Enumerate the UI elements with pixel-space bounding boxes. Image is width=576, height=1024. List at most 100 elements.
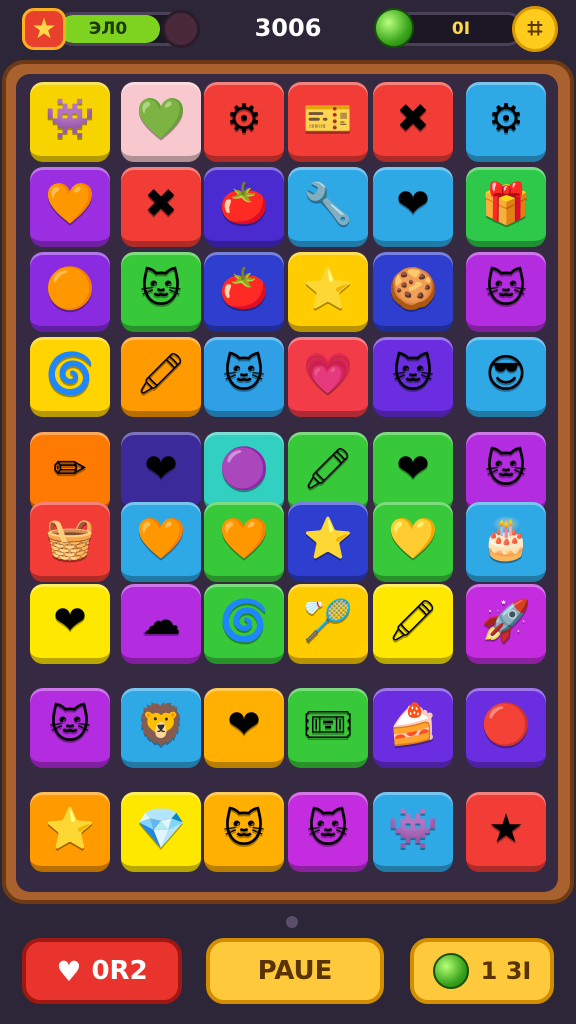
tile-gear-ring[interactable]: ⚙: [466, 82, 546, 162]
tile-yellow-x[interactable]: ✖: [121, 167, 201, 247]
tile-blue-crayon[interactable]: 🖍: [121, 337, 201, 417]
tile-yellow-cat[interactable]: 🐱: [373, 337, 453, 417]
green-gem-icon: [374, 8, 414, 48]
star-icon[interactable]: ★: [22, 8, 66, 50]
tile-gold-star[interactable]: ★: [466, 792, 546, 872]
tile-rocket[interactable]: 🚀: [466, 584, 546, 664]
tile-blue-cloud[interactable]: ☁: [121, 584, 201, 664]
lives-label: 0R2: [91, 956, 148, 986]
tile-tomato[interactable]: 🍅: [204, 252, 284, 332]
tile-ticket[interactable]: 🎫: [288, 82, 368, 162]
tile-pink-gem[interactable]: 💗: [288, 337, 368, 417]
tile-crayon[interactable]: 🖍: [288, 432, 368, 512]
tile-green-button[interactable]: 🔴: [466, 688, 546, 768]
orange-cat-icon: 🦁: [136, 702, 186, 748]
green-cat-icon: 🐱: [49, 702, 91, 748]
coins-button[interactable]: 1 3I: [410, 938, 554, 1004]
tile-purple-x[interactable]: ✖: [373, 82, 453, 162]
cookie-icon: 🍪: [388, 266, 438, 312]
tile-spiral[interactable]: 🌀: [204, 584, 284, 664]
blue-gear-icon: ⚙: [226, 96, 262, 142]
tile-blue-gear[interactable]: ⚙: [204, 82, 284, 162]
tile-heart[interactable]: 💛: [373, 502, 453, 582]
tile-tomato[interactable]: 🍅: [204, 167, 284, 247]
heart-icon: 🧡: [136, 516, 186, 562]
tile-gift-basket[interactable]: 🧺: [30, 502, 110, 582]
tile-green-monster[interactable]: 👾: [373, 792, 453, 872]
tile-green-monster[interactable]: 👾: [30, 82, 110, 162]
tile-racket[interactable]: 🏸: [288, 584, 368, 664]
white-cat-icon: 🐱: [140, 266, 182, 312]
gear-ring-icon: ⚙: [488, 96, 524, 142]
cake-icon: 🎂: [481, 516, 531, 562]
heart-icon: ❤: [396, 446, 430, 492]
green-cat-icon: 🐱: [223, 351, 265, 397]
heart-icon: 💛: [388, 516, 438, 562]
tile-heart[interactable]: ❤: [373, 167, 453, 247]
green-cat-icon: 🐱: [485, 446, 527, 492]
heart-icon: ❤: [227, 702, 261, 748]
purple-ring-icon: 🟣: [219, 446, 269, 492]
green-coin-icon: [432, 953, 469, 989]
tile-green-cat[interactable]: 🐱: [30, 688, 110, 768]
tile-cake[interactable]: 🎂: [466, 502, 546, 582]
tile-green-cat[interactable]: 🐱: [204, 337, 284, 417]
tile-heart[interactable]: 🧡: [204, 502, 284, 582]
tile-pencil[interactable]: ✏: [30, 432, 110, 512]
tile-white-cat[interactable]: 🐱: [121, 252, 201, 332]
tile-heart[interactable]: ❤: [204, 688, 284, 768]
blue-crayon-icon: 🖍: [387, 598, 439, 644]
tile-swirl[interactable]: 🌀: [30, 337, 110, 417]
tile-blue-star[interactable]: ⭐: [288, 252, 368, 332]
gem-count: 0I: [451, 19, 471, 39]
wand-icon: 🔧: [303, 181, 353, 227]
heart-icon: ♥: [56, 954, 82, 988]
tile-blue-star[interactable]: ⭐: [30, 792, 110, 872]
tile-blue-diamond[interactable]: 💎: [121, 792, 201, 872]
gold-star-icon: ★: [488, 806, 524, 852]
tile-blue-crayon[interactable]: 🖍: [373, 584, 453, 664]
xp-progress-knob: [162, 10, 200, 48]
crayon-icon: 🖍: [302, 446, 354, 492]
yellow-star-icon: ⭐: [303, 516, 353, 562]
tile-heart[interactable]: 🧡: [121, 502, 201, 582]
tile-orange-blob[interactable]: 🟠: [30, 252, 110, 332]
tile-heart[interactable]: 🧡: [30, 167, 110, 247]
tile-purple-ticket[interactable]: 🎟: [288, 688, 368, 768]
tomato-icon: 🍅: [219, 181, 269, 227]
lives-button[interactable]: ♥ 0R2: [22, 938, 182, 1004]
score-counter: 3006: [254, 14, 322, 42]
tile-hat-face[interactable]: 😎: [466, 337, 546, 417]
tile-yellow-cat[interactable]: 🐱: [466, 252, 546, 332]
tile-wand[interactable]: 🔧: [288, 167, 368, 247]
top-hud: ЭЛ0 ★ 3006 0I ⌗: [0, 0, 576, 60]
game-board: 👾 💚 ⚙ 🎫 ✖ ⚙ 🧡 ✖ 🍅 🔧 ❤ 🎁 🟠 🐱 🍅 ⭐ 🍪 🐱 🌀 🖍 🐱 💗 🐱 😎 ✏ ❤ 🟣 🖍 ❤ 🐱 🧺 🧡 🧡 ⭐ 💛 🎂 ❤ ☁ 🌀 🏸…: [16, 74, 558, 892]
tile-heart[interactable]: ❤: [373, 432, 453, 512]
tile-heart[interactable]: ❤: [30, 584, 110, 664]
tile-gift-box[interactable]: 🎁: [466, 167, 546, 247]
xp-label: ЭЛ0: [88, 19, 128, 39]
tile-purple-ring[interactable]: 🟣: [204, 432, 284, 512]
tile-cookie[interactable]: 🍪: [373, 252, 453, 332]
gift-box-icon: 🎁: [481, 181, 531, 227]
tile-heart[interactable]: ❤: [121, 432, 201, 512]
tile-heart[interactable]: 💚: [121, 82, 201, 162]
ticket-icon: 🎫: [303, 96, 353, 142]
racket-icon: 🏸: [303, 598, 353, 644]
menu-grid-icon[interactable]: ⌗: [512, 6, 558, 52]
pause-button[interactable]: PAUE: [206, 938, 384, 1004]
green-monster-icon: 👾: [388, 806, 438, 852]
yellow-cat-icon: 🐱: [392, 351, 434, 397]
tile-purple-cat[interactable]: 🐱: [204, 792, 284, 872]
tile-green-cat[interactable]: 🐱: [466, 432, 546, 512]
tile-orange-cat[interactable]: 🦁: [121, 688, 201, 768]
green-button-icon: 🔴: [481, 702, 531, 748]
tile-yellow-star[interactable]: ⭐: [288, 502, 368, 582]
purple-ticket-icon: 🎟: [302, 702, 354, 748]
cake-slice-icon: 🍰: [388, 702, 438, 748]
tile-cake-slice[interactable]: 🍰: [373, 688, 453, 768]
tile-orange-cat[interactable]: 🐱: [288, 792, 368, 872]
heart-icon: ❤: [53, 598, 87, 644]
coins-label: 1 3I: [480, 957, 532, 985]
hat-face-icon: 😎: [485, 351, 527, 397]
